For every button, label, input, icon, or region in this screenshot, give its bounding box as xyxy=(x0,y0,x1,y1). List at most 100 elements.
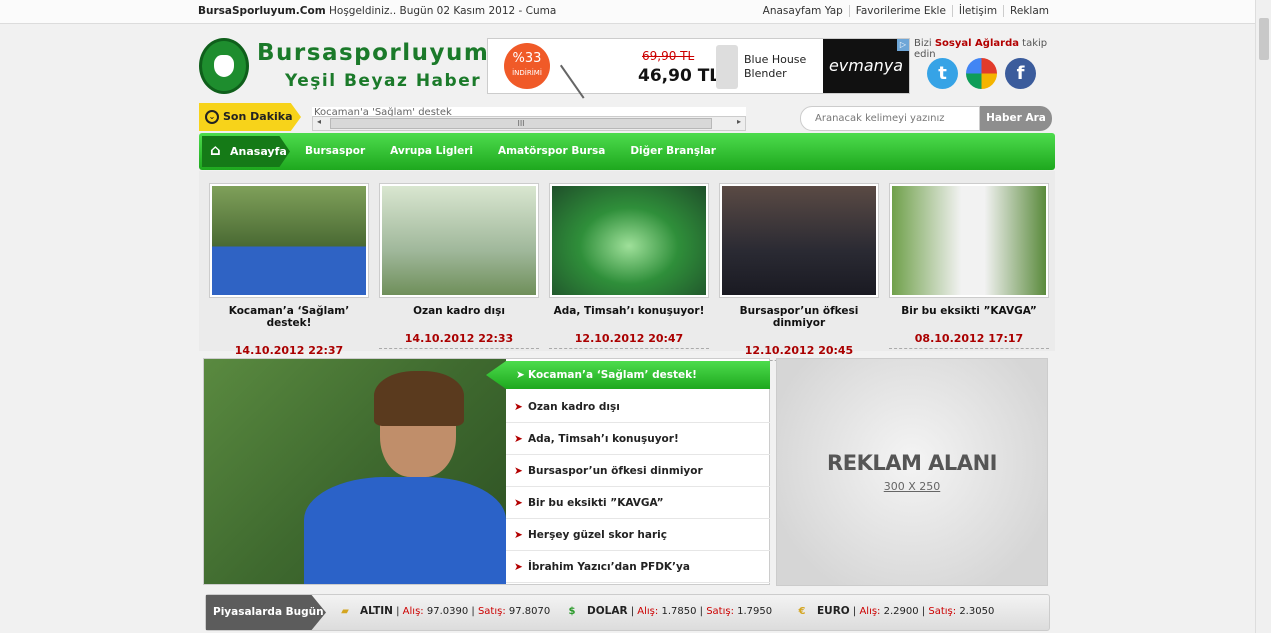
scroll-right-icon[interactable]: ▸ xyxy=(737,117,741,126)
sell-value: 2.3050 xyxy=(959,606,995,617)
link-contact[interactable]: İletişim xyxy=(951,5,1003,17)
nav-item-diger-branslar[interactable]: Diğer Branşlar xyxy=(630,133,728,170)
news-photo[interactable] xyxy=(549,183,709,298)
rate-dollar: $ DOLAR | Alış: 1.7850 | Satış: 1.7950 xyxy=(561,605,773,617)
discount-label: İNDİRİMİ xyxy=(512,69,542,77)
sell-label: Satış: xyxy=(706,606,734,617)
arrow-right-icon: ➤ xyxy=(514,529,523,541)
adchoices-icon[interactable]: ▷ xyxy=(897,39,909,51)
new-price: 46,90 TL xyxy=(638,66,721,86)
top-ad-banner[interactable]: %33 İNDİRİMİ 69,90 TL 46,90 TL Blue Hous… xyxy=(487,31,910,99)
featured-card[interactable]: Ada, Timsah’ı konuşuyor! 12.10.2012 20:4… xyxy=(549,183,709,349)
news-date: 12.10.2012 20:47 xyxy=(549,332,709,349)
news-title[interactable]: Ada, Timsah’ı konuşuyor! xyxy=(549,305,709,317)
news-photo[interactable] xyxy=(379,183,539,298)
sell-label: Satış: xyxy=(928,606,957,617)
slider-item[interactable]: ➤ Herşey güzel skor hariç xyxy=(506,519,770,551)
slider-item-label: Bursaspor’un öfkesi dinmiyor xyxy=(528,465,703,477)
site-logo[interactable]: Bursasporluyum Yeşil Beyaz Haber xyxy=(199,38,488,96)
nav-home[interactable]: ⌂ Anasayfa xyxy=(202,136,290,167)
featured-news: Kocaman’a ‘Sağlam’ destek! 14.10.2012 22… xyxy=(199,171,1055,361)
news-photo[interactable] xyxy=(889,183,1049,298)
social-caption: Bizi Sosyal Ağlarda takip edin xyxy=(914,38,1056,60)
buy-label: Alış: xyxy=(859,606,881,617)
link-homepage[interactable]: Anasayfam Yap xyxy=(757,5,849,17)
market-label: Piyasalarda Bugün xyxy=(206,595,326,630)
featured-card[interactable]: Bursaspor’un öfkesi dinmiyor 12.10.2012 … xyxy=(719,183,879,361)
featured-card[interactable]: Bir bu eksikti ”KAVGA” 08.10.2012 17:17 xyxy=(889,183,1049,349)
news-date: 14.10.2012 22:33 xyxy=(379,332,539,349)
social-block: Bizi Sosyal Ağlarda takip edin t f xyxy=(914,38,1056,94)
link-favorites[interactable]: Favorilerime Ekle xyxy=(848,5,952,17)
rate-gold: ▰ ALTIN | Alış: 97.0390 | Satış: 97.8070 xyxy=(334,605,550,617)
news-photo[interactable] xyxy=(209,183,369,298)
slider-item-label: Kocaman’a ‘Sağlam’ destek! xyxy=(528,369,697,381)
buy-label: Alış: xyxy=(402,606,424,617)
search-button[interactable]: Haber Ara xyxy=(980,106,1052,131)
google-icon[interactable] xyxy=(966,58,997,89)
rate-name: EURO xyxy=(817,605,850,617)
page-scrollbar[interactable] xyxy=(1255,0,1271,633)
slider-item-label: Ozan kadro dışı xyxy=(528,401,620,413)
slider-item-label: Herşey güzel skor hariç xyxy=(528,529,667,541)
old-price: 69,90 TL xyxy=(642,49,695,63)
site-name: BursaSporluyum.Com xyxy=(198,5,326,17)
news-title[interactable]: Bir bu eksikti ”KAVGA” xyxy=(889,305,1049,317)
euro-icon: € xyxy=(798,606,806,617)
arrow-right-icon: ➤ xyxy=(514,401,523,413)
slider-item[interactable]: ➤İbrahim Yazıcı’dan PFDK’ya bombardıman xyxy=(506,551,770,605)
nav-item-bursaspor[interactable]: Bursaspor xyxy=(305,133,377,170)
breaking-news-label: ⌄ Son Dakika xyxy=(199,103,301,131)
scroll-left-icon[interactable]: ◂ xyxy=(317,117,321,126)
gold-bar-icon: ▰ xyxy=(341,606,349,617)
nav-item-amatorspor[interactable]: Amatörspor Bursa xyxy=(498,133,617,170)
sell-value: 1.7950 xyxy=(737,606,773,617)
ticker-scrollbar[interactable]: ◂ III ▸ xyxy=(312,116,746,131)
ad-placeholder-label: REKLAM ALANI xyxy=(827,451,997,475)
ad-placeholder[interactable]: REKLAM ALANI 300 X 250 xyxy=(776,358,1048,586)
ticker-frame[interactable]: Kocaman'a 'Sağlam' destek ◂ III ▸ xyxy=(312,107,746,131)
buy-value: 97.0390 xyxy=(426,606,469,617)
arrow-right-icon: ➤ xyxy=(514,561,523,573)
logo-title: Bursasporluyum xyxy=(257,40,490,66)
arrow-right-icon: ➤ xyxy=(516,369,525,381)
buy-label: Alış: xyxy=(637,606,659,617)
slider-item-active[interactable]: ➤ Kocaman’a ‘Sağlam’ destek! xyxy=(486,361,770,389)
slider-item-label: Bir bu eksikti ”KAVGA” xyxy=(528,497,664,509)
slider-item[interactable]: ➤ Bir bu eksikti ”KAVGA” xyxy=(506,487,770,519)
ticker-scroll-thumb[interactable]: III xyxy=(330,118,712,129)
search-form: Aranacak kelimeyi yazınız Haber Ara xyxy=(800,106,1052,131)
scrollbar-thumb[interactable] xyxy=(1259,18,1269,60)
link-advertise[interactable]: Reklam xyxy=(1003,5,1055,17)
buy-value: 2.2900 xyxy=(883,606,919,617)
arrow-right-icon: ➤ xyxy=(514,497,523,509)
news-title[interactable]: Bursaspor’un öfkesi dinmiyor xyxy=(719,305,879,329)
arrow-right-icon: ➤ xyxy=(514,465,523,477)
photo-hair xyxy=(374,371,464,426)
buy-value: 1.7850 xyxy=(661,606,697,617)
featured-card[interactable]: Ozan kadro dışı 14.10.2012 22:33 xyxy=(379,183,539,349)
arrow-right-icon: ➤ xyxy=(514,433,523,445)
social-icons: t f xyxy=(927,58,1036,89)
featured-card[interactable]: Kocaman’a ‘Sağlam’ destek! 14.10.2012 22… xyxy=(209,183,369,361)
welcome-message: Hoşgeldiniz.. Bugün 02 Kasım 2012 - Cuma xyxy=(329,5,557,17)
slider-item[interactable]: ➤ Ozan kadro dışı xyxy=(506,391,770,423)
search-input[interactable]: Aranacak kelimeyi yazınız xyxy=(800,106,980,131)
nav-item-avrupa-ligleri[interactable]: Avrupa Ligleri xyxy=(390,133,485,170)
top-links: Anasayfam Yap Favorilerime Ekle İletişim… xyxy=(757,5,1055,17)
photo-shirt xyxy=(304,477,506,584)
news-title[interactable]: Ozan kadro dışı xyxy=(379,305,539,317)
facebook-icon[interactable]: f xyxy=(1005,58,1036,89)
slider-item[interactable]: ➤ Bursaspor’un öfkesi dinmiyor xyxy=(506,455,770,487)
social-caption-highlight: Sosyal Ağlarda xyxy=(934,38,1019,49)
product-image-icon xyxy=(716,45,738,89)
logo-subtitle: Yeşil Beyaz Haber xyxy=(285,71,482,91)
news-date: 08.10.2012 17:17 xyxy=(889,332,1049,349)
club-crest-icon xyxy=(199,38,249,94)
news-photo[interactable] xyxy=(719,183,879,298)
twitter-icon[interactable]: t xyxy=(927,58,958,89)
news-title[interactable]: Kocaman’a ‘Sağlam’ destek! xyxy=(209,305,369,329)
sell-label: Satış: xyxy=(477,606,506,617)
slider-main-photo[interactable] xyxy=(204,359,506,584)
slider-item[interactable]: ➤ Ada, Timsah’ı konuşuyor! xyxy=(506,423,770,455)
